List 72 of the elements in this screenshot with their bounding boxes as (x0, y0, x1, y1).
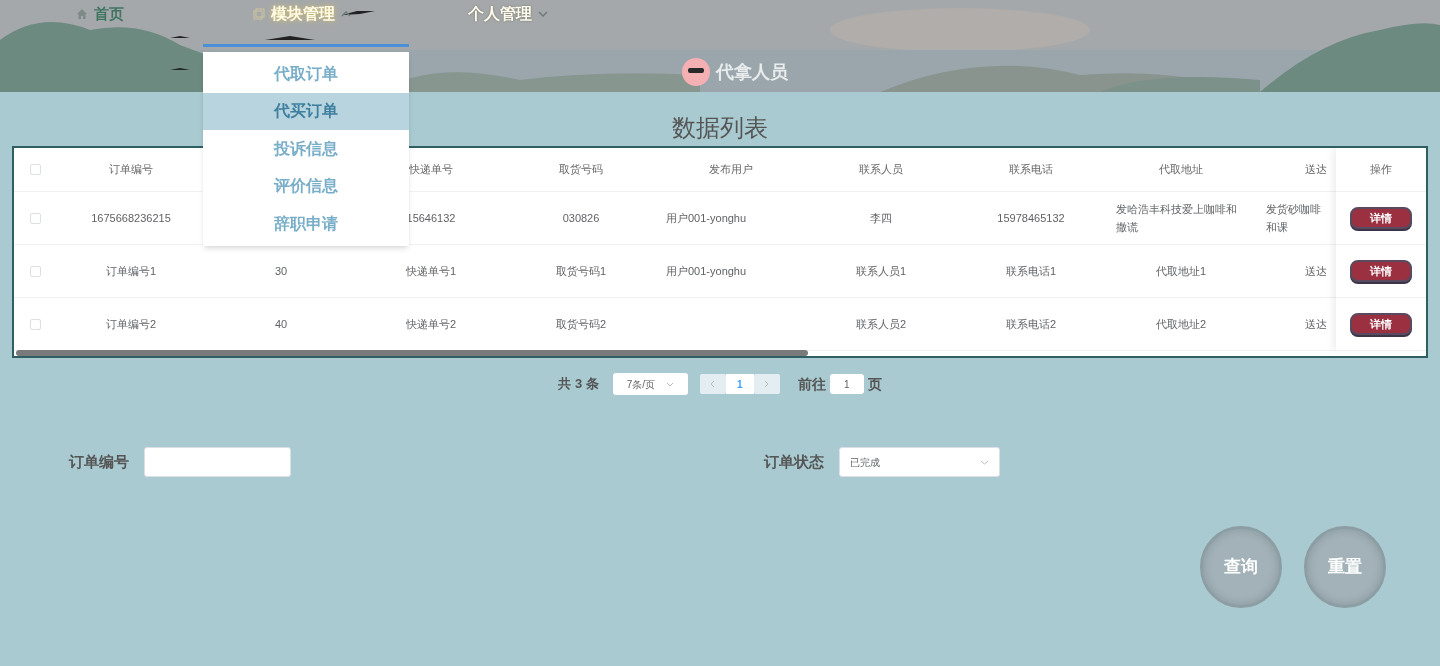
column-header: 订单编号 (109, 162, 153, 178)
table-cell-text: 代取地址2 (1155, 317, 1207, 332)
table-cell-text: 030826 (562, 211, 600, 226)
field-label: 订单编号 (69, 451, 129, 472)
column-header: 操作 (1370, 162, 1392, 178)
chevron-down-icon (980, 459, 989, 465)
chevron-down-icon (665, 381, 674, 387)
page-input[interactable]: 1 (829, 374, 864, 394)
table-cell-text: 15646132 (406, 211, 456, 226)
field-label: 订单状态 (764, 451, 824, 472)
column-header: 快递单号 (409, 162, 453, 178)
table-cell-text: 发哈浩丰科技爱上咖啡和撒谎 (1116, 202, 1238, 235)
table-cell-text: 用户001-yonghu (666, 211, 748, 226)
nav-link[interactable]: 首页 (94, 2, 124, 26)
table-cell-text: 李四 (870, 211, 892, 226)
checkbox[interactable] (29, 212, 41, 224)
circle-button[interactable]: 重置 (1304, 526, 1386, 608)
table-cell-text: 订单编号2 (105, 317, 157, 332)
page-title: 数据列表 (671, 113, 769, 143)
table-cell-text: 联系人员1 (855, 264, 907, 279)
table-cell-text: 快递单号2 (405, 317, 457, 332)
checkbox[interactable] (29, 318, 41, 330)
table-cell-text: 40 (274, 317, 288, 332)
table-cell-text: 送达 (1305, 317, 1327, 332)
home-icon (76, 8, 88, 20)
chevron-left-icon (710, 380, 716, 388)
column-header: 联系人员 (859, 162, 903, 178)
user-name: 代拿人员 (716, 60, 788, 84)
menu-item[interactable]: 代买订单 (203, 92, 409, 130)
page-button[interactable]: 1 (725, 374, 754, 394)
next-page-button[interactable] (753, 374, 780, 394)
table-cell-text: 15978465132 (997, 211, 1065, 226)
copy-icon (253, 8, 265, 20)
table-cell-text: 快递单号1 (405, 264, 457, 279)
goto-label: 前往 (797, 374, 826, 394)
page-suffix: 页 (867, 374, 882, 394)
nav-link[interactable]: 模块管理 (271, 2, 335, 26)
table-cell-text: 代取地址1 (1155, 264, 1207, 279)
total-count: 共 3 条 (558, 375, 599, 394)
column-header: 发布用户 (709, 162, 753, 178)
column-header: 代取地址 (1159, 162, 1203, 178)
status-select[interactable]: 已完成 (839, 447, 1000, 477)
avatar-icon (682, 58, 710, 86)
menu-item[interactable]: 代取订单 (203, 55, 409, 93)
table-cell-text: 取货号码2 (555, 317, 607, 332)
order-number-field[interactable] (144, 447, 291, 477)
nav-link[interactable]: 个人管理 (468, 2, 532, 26)
menu-item[interactable]: 投诉信息 (203, 130, 409, 168)
column-header: 取货号码 (559, 162, 603, 178)
table-cell-text: 送达 (1305, 264, 1327, 279)
table-cell-text: 30 (274, 264, 288, 279)
column-header: 联系电话 (1009, 162, 1053, 178)
table-cell-text: 发货砂咖啡和课 (1266, 202, 1322, 235)
column-header: 送达 (1305, 162, 1327, 178)
table-cell-text: 1675668236215 (91, 211, 171, 226)
details-button[interactable]: 详情 (1350, 313, 1412, 335)
menu-item[interactable]: 辞职申请 (203, 205, 409, 243)
table-cell-text: 订单编号1 (105, 264, 157, 279)
details-button[interactable]: 详情 (1350, 260, 1412, 282)
prev-page-button[interactable] (699, 374, 726, 394)
table-cell-text: 取货号码1 (555, 264, 607, 279)
table-cell-text: 用户001-yonghu (666, 264, 748, 279)
table-cell-text: 联系电话2 (1005, 317, 1057, 332)
table-cell-text: 联系电话1 (1005, 264, 1057, 279)
table-cell-text: 联系人员2 (855, 317, 907, 332)
details-button[interactable]: 详情 (1350, 207, 1412, 229)
checkbox[interactable] (29, 265, 41, 277)
circle-button[interactable]: 查询 (1200, 526, 1282, 608)
menu-item[interactable]: 评价信息 (203, 167, 409, 205)
chevron-right-icon (764, 380, 770, 388)
page-size-select[interactable]: 7条/页 (612, 373, 688, 395)
checkbox[interactable] (29, 164, 41, 175)
